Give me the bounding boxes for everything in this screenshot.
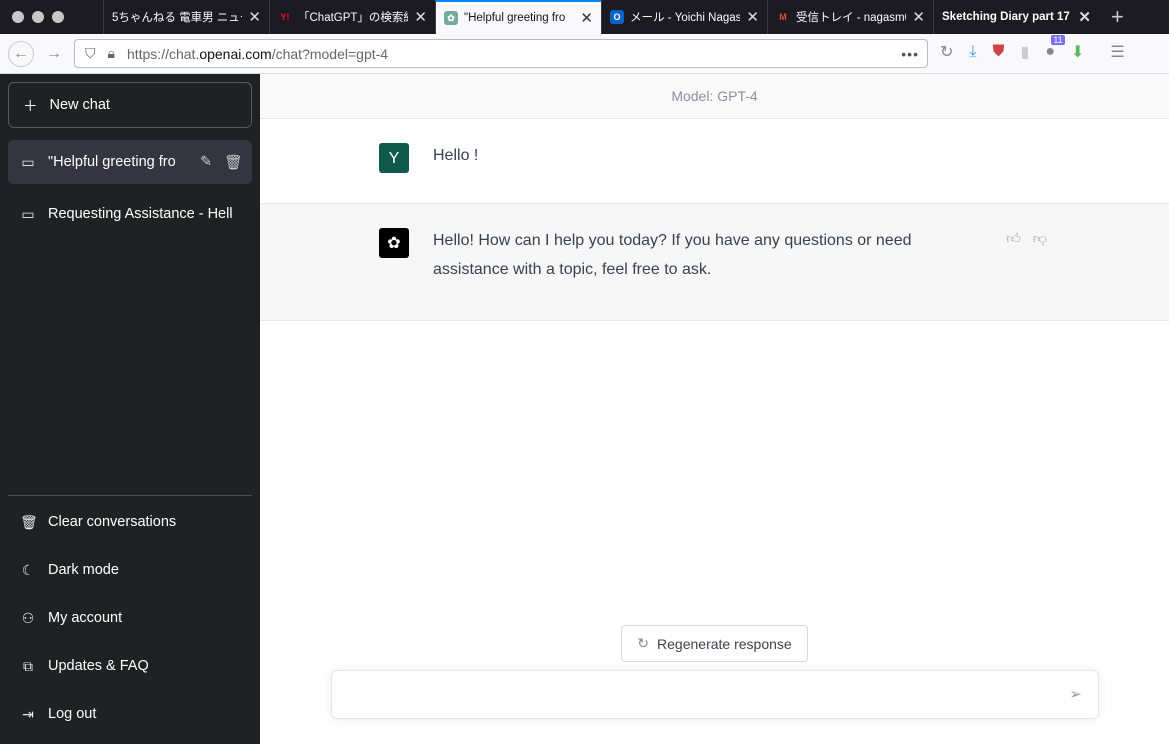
- edit-icon[interactable]: ✎: [200, 154, 212, 170]
- user-icon: ⚇: [21, 609, 35, 626]
- close-tab-icon[interactable]: ✕: [1078, 8, 1091, 26]
- tab-bar: 5ちゃんねる 電車男 ニュー✕ Y!「ChatGPT」の検索結果✕ ✿"Help…: [0, 0, 1169, 34]
- shield-icon[interactable]: ⛉: [85, 45, 96, 62]
- page-actions-icon[interactable]: •••: [901, 46, 919, 62]
- thumbs-down-icon[interactable]: 👎︎: [1033, 228, 1047, 248]
- message-input[interactable]: ➢: [331, 670, 1099, 719]
- close-tab-icon[interactable]: ✕: [414, 8, 427, 26]
- regenerate-response-button[interactable]: ↻ Regenerate response: [621, 625, 808, 662]
- assistant-message-text: Hello! How can I help you today? If you …: [433, 232, 912, 278]
- window-controls[interactable]: [0, 0, 103, 34]
- tab-5[interactable]: M 受信トレイ - nagasm0 ✕: [767, 0, 933, 34]
- url-suffix: /chat?model=gpt-4: [271, 45, 389, 62]
- close-tab-icon[interactable]: ✕: [248, 8, 261, 26]
- refresh-icon: ↻: [637, 635, 650, 651]
- reload-icon[interactable]: ↻: [940, 42, 953, 62]
- badge-count: 11: [1051, 35, 1065, 45]
- outlook-favicon-icon: O: [610, 10, 624, 24]
- tab-1[interactable]: 5ちゃんねる 電車男 ニュー ✕: [103, 0, 269, 34]
- extension-icon[interactable]: ▮: [1021, 42, 1030, 62]
- chatgpt-logo-icon: ✿: [379, 228, 409, 258]
- chat-bubble-icon: ▭: [21, 153, 35, 170]
- conversation-item[interactable]: ▭ Requesting Assistance - Hell: [8, 192, 252, 236]
- dark-mode-button[interactable]: ☾ Dark mode: [8, 548, 252, 592]
- moon-icon: ☾: [21, 561, 35, 578]
- logout-icon: ⇥: [22, 705, 34, 722]
- menu-icon[interactable]: ☰: [1110, 42, 1124, 62]
- conversation-item[interactable]: ▭ "Helpful greeting fro ✎ 🗑︎: [8, 140, 252, 184]
- divider: [8, 495, 252, 496]
- gmail-favicon-icon: M: [779, 12, 787, 22]
- new-chat-button[interactable]: ＋ New chat: [8, 82, 252, 128]
- send-icon[interactable]: ➢: [1069, 685, 1082, 703]
- tab-6[interactable]: Sketching Diary part 17 ✕: [933, 0, 1099, 34]
- assistant-message: ✿ Hello! How can I help you today? If yo…: [260, 204, 1169, 321]
- url-domain: openai.com: [199, 45, 272, 62]
- green-download-icon[interactable]: ⬇: [1071, 42, 1084, 62]
- close-tab-icon[interactable]: ✕: [912, 8, 925, 26]
- my-account-button[interactable]: ⚇ My account: [8, 596, 252, 640]
- url-bar[interactable]: ⛉ 🔒︎ https://chat.openai.com/chat?model=…: [74, 39, 928, 68]
- trash-icon: 🗑︎: [20, 513, 38, 530]
- close-window-button[interactable]: [12, 11, 24, 23]
- external-link-icon: ⧉: [23, 657, 33, 674]
- plus-icon: ＋: [23, 98, 38, 115]
- sidebar: ＋ New chat ▭ "Helpful greeting fro ✎ 🗑︎ ▭ Req…: [0, 74, 260, 744]
- tab-4[interactable]: O メール - Yoichi Nagas ✕: [601, 0, 767, 34]
- yahoo-favicon-icon: Y!: [280, 12, 290, 22]
- browser-toolbar: ← → ⛉ 🔒︎ https://chat.openai.com/chat?mo…: [0, 34, 1169, 74]
- close-tab-icon[interactable]: ✕: [746, 8, 759, 26]
- user-message: Y Hello !: [260, 119, 1169, 204]
- back-button[interactable]: ←: [8, 40, 34, 67]
- updates-faq-link[interactable]: ⧉ Updates & FAQ: [8, 644, 252, 688]
- extension-badge-icon[interactable]: ● 11: [1045, 35, 1065, 61]
- clear-conversations-button[interactable]: 🗑︎ Clear conversations: [8, 500, 252, 544]
- thumbs-up-icon[interactable]: 👍︎: [1006, 228, 1021, 248]
- log-out-button[interactable]: ⇥ Log out: [8, 692, 252, 736]
- chat-main: Model: GPT-4 Y Hello ! ✿ Hello! How can …: [260, 74, 1169, 744]
- chat-bubble-icon: ▭: [21, 205, 35, 222]
- chatgpt-favicon-icon: ✿: [444, 11, 458, 25]
- forward-button[interactable]: →: [46, 45, 62, 63]
- user-avatar: Y: [379, 143, 409, 173]
- tab-2[interactable]: Y!「ChatGPT」の検索結果✕: [269, 0, 435, 34]
- lock-icon: 🔒︎: [107, 45, 115, 61]
- close-tab-icon[interactable]: ✕: [580, 9, 593, 27]
- zoom-window-button[interactable]: [52, 11, 64, 23]
- model-header: Model: GPT-4: [260, 74, 1169, 119]
- trash-icon[interactable]: 🗑︎: [224, 154, 242, 171]
- download-icon[interactable]: ⤓: [969, 43, 976, 61]
- minimize-window-button[interactable]: [32, 11, 44, 23]
- tab-3[interactable]: ✿ "Helpful greeting fro ✕: [435, 0, 601, 34]
- url-prefix: https://chat.: [126, 45, 200, 62]
- new-tab-button[interactable]: +: [1099, 0, 1124, 34]
- user-message-text: Hello !: [433, 147, 479, 164]
- ublock-icon[interactable]: ⛊: [992, 43, 1004, 61]
